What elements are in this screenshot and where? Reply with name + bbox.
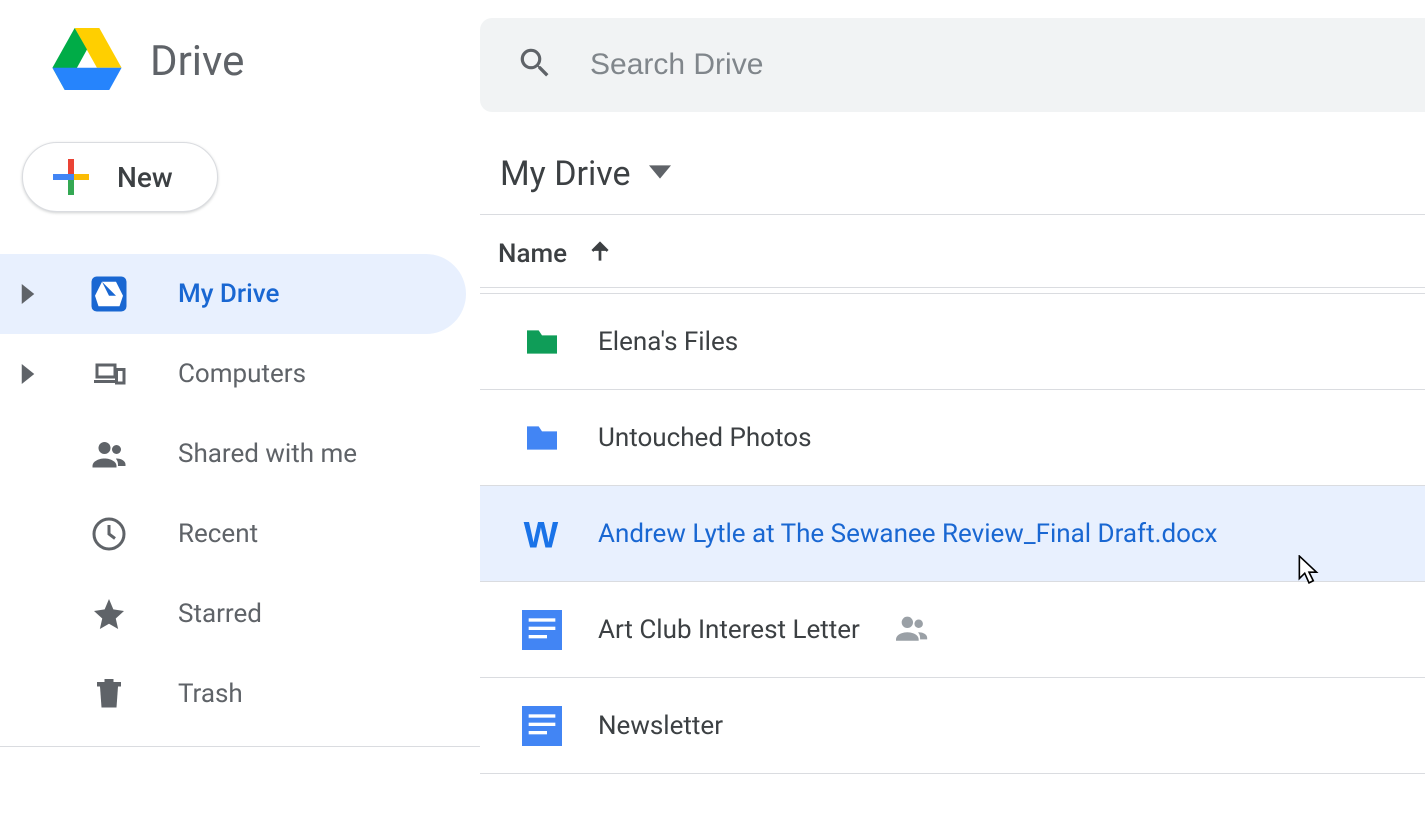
nav-label: Starred [178, 599, 262, 629]
nav-label: My Drive [178, 279, 279, 309]
plus-icon [53, 159, 89, 195]
nav-label: Computers [178, 359, 306, 389]
nav-item-starred[interactable]: Starred [0, 574, 466, 654]
star-icon [88, 593, 130, 635]
shared-indicator-icon [896, 615, 930, 645]
trash-icon [88, 673, 130, 715]
cursor-icon [1297, 555, 1321, 585]
new-button-label: New [117, 161, 173, 194]
file-row[interactable]: Newsletter [480, 678, 1425, 774]
file-row[interactable]: W Andrew Lytle at The Sewanee Review_Fin… [480, 486, 1425, 582]
main-area: My Drive Name Elena's Files Untouched Ph… [480, 0, 1425, 813]
file-name: Art Club Interest Letter [598, 615, 860, 645]
nav-item-shared[interactable]: Shared with me [0, 414, 466, 494]
word-icon: W [522, 514, 562, 554]
drive-icon [88, 273, 130, 315]
file-name: Andrew Lytle at The Sewanee Review_Final… [598, 519, 1217, 549]
folder-icon [522, 322, 562, 362]
svg-text:W: W [524, 514, 559, 554]
file-row[interactable]: Untouched Photos [480, 390, 1425, 486]
drive-logo-icon [52, 28, 122, 94]
nav-item-recent[interactable]: Recent [0, 494, 466, 574]
file-list: Elena's Files Untouched Photos W Andrew … [480, 294, 1425, 774]
nav-item-trash[interactable]: Trash [0, 654, 466, 734]
list-header[interactable]: Name [480, 215, 1425, 288]
new-button[interactable]: New [22, 142, 218, 212]
breadcrumb[interactable]: My Drive [480, 112, 1425, 215]
file-name: Untouched Photos [598, 423, 812, 453]
file-name: Elena's Files [598, 327, 738, 357]
search-icon [516, 44, 554, 86]
nav-item-computers[interactable]: Computers [0, 334, 466, 414]
chevron-right-icon [16, 284, 40, 304]
chevron-right-icon [16, 364, 40, 384]
logo-area: Drive [0, 0, 480, 94]
chevron-down-icon [649, 161, 671, 187]
gdoc-icon [522, 610, 562, 650]
divider [0, 746, 480, 747]
sidebar: Drive New My [0, 0, 480, 813]
arrow-up-icon [587, 239, 613, 269]
nav-label: Trash [178, 679, 243, 709]
gdoc-icon [522, 706, 562, 746]
app-name: Drive [150, 37, 244, 86]
computers-icon [88, 353, 130, 395]
clock-icon [88, 513, 130, 555]
folder-icon [522, 418, 562, 458]
file-row[interactable]: Elena's Files [480, 294, 1425, 390]
column-name: Name [498, 239, 567, 269]
search-bar[interactable] [480, 18, 1425, 112]
file-row[interactable]: Art Club Interest Letter [480, 582, 1425, 678]
nav-label: Recent [178, 519, 258, 549]
people-icon [88, 433, 130, 475]
breadcrumb-label: My Drive [500, 154, 631, 194]
nav: My Drive Computers Shared with me [0, 254, 480, 734]
search-input[interactable] [590, 48, 1425, 82]
nav-label: Shared with me [178, 439, 357, 469]
file-name: Newsletter [598, 711, 723, 741]
nav-item-my-drive[interactable]: My Drive [0, 254, 466, 334]
